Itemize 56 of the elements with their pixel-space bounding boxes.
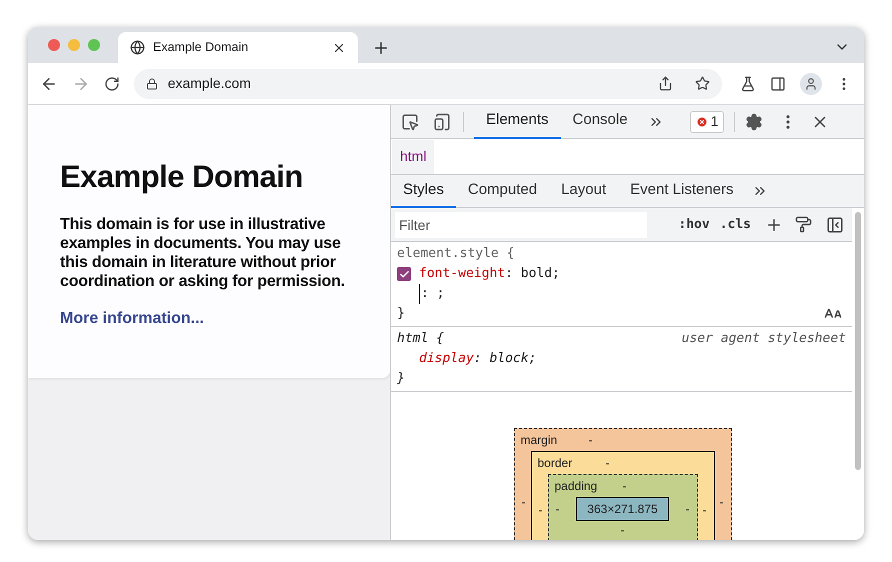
side-panel-icon[interactable] [770, 76, 786, 92]
box-model-value: - [606, 455, 610, 472]
checkmark-icon [398, 268, 410, 280]
paint-roller-icon[interactable] [795, 216, 812, 233]
address-bar[interactable]: example.com [134, 68, 722, 98]
box-model-label: padding [554, 478, 598, 495]
device-toolbar-icon[interactable] [433, 112, 451, 130]
box-model-label: margin [520, 432, 558, 449]
sidebar-tab[interactable]: Computed [456, 174, 550, 208]
property-checkbox[interactable] [397, 267, 411, 281]
inspect-icon[interactable] [401, 112, 419, 130]
flask-icon[interactable] [740, 76, 756, 92]
editing-line[interactable]: : ; [419, 284, 444, 304]
box-model-value: - [520, 494, 526, 511]
address-text: example.com [168, 74, 252, 93]
more-information-link[interactable]: More information... [60, 307, 358, 331]
filter-toggle[interactable]: .cls [720, 214, 751, 234]
css-closing-brace: } [397, 370, 405, 388]
close-window-button[interactable] [48, 39, 60, 51]
box-model-label: border [536, 455, 574, 472]
box-model-value: - [718, 494, 724, 511]
css-declaration: display: block; [419, 350, 536, 368]
star-icon[interactable] [695, 76, 710, 91]
css-closing-brace: } [397, 305, 405, 323]
breadcrumb-item[interactable]: html [392, 140, 434, 174]
box-model-value: - [622, 478, 626, 495]
sidebar-tab[interactable]: Layout [549, 174, 618, 208]
new-tab-icon[interactable] [372, 39, 390, 57]
box-model-value: - [684, 501, 690, 518]
box-model-content: 363×271.875 [576, 497, 669, 521]
filter-field[interactable]: Filter [395, 212, 647, 238]
box-model-value: - [554, 501, 560, 518]
browser-tab[interactable]: Example Domain [118, 32, 358, 63]
globe-icon [130, 40, 145, 55]
sidebar-tab[interactable]: Event Listeners [618, 174, 746, 208]
css-selector: element.style { [397, 245, 514, 263]
page-paragraph: This domain is for use in illustrative examples in documents. You may use this domain in literature without prior coordination or asking for permission. [60, 215, 346, 291]
box-model-value: - [702, 502, 708, 519]
css-selector: html { [397, 330, 444, 348]
toggle-sidebar-icon[interactable] [826, 216, 844, 234]
page-heading: Example Domain [60, 159, 304, 195]
filter-toggle[interactable]: :hov [678, 214, 710, 234]
scrollbar-thumb[interactable] [855, 212, 861, 470]
devtools-tab[interactable]: Console [560, 104, 640, 138]
share-icon[interactable] [658, 76, 674, 91]
css-declaration: font-weight: bold; [419, 265, 560, 283]
profile-avatar[interactable] [800, 72, 822, 94]
box-model-value: - [620, 522, 624, 539]
tab-title: Example Domain [153, 39, 250, 56]
stylesheet-source: user agent stylesheet [682, 330, 846, 348]
reload-icon[interactable] [104, 76, 120, 92]
devtools-tab[interactable]: Elements [474, 104, 561, 138]
error-badge[interactable]: 1 [690, 110, 724, 132]
box-model-value: - [588, 432, 592, 449]
lock-icon [146, 78, 158, 90]
box-model-value: - [538, 502, 544, 519]
